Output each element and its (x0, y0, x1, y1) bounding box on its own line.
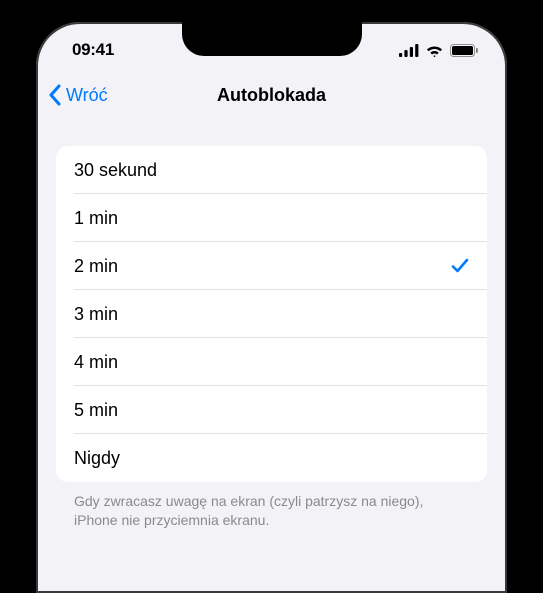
option-label: 4 min (74, 352, 118, 373)
list-item[interactable]: 4 min (56, 338, 487, 386)
back-button[interactable]: Wróć (48, 84, 108, 106)
content: 30 sekund1 min2 min3 min4 min5 minNigdy … (36, 118, 507, 530)
option-label: 5 min (74, 400, 118, 421)
nav-bar: Wróć Autoblokada (36, 72, 507, 118)
list-item[interactable]: 30 sekund (56, 146, 487, 194)
list-item[interactable]: 2 min (56, 242, 487, 290)
notch (182, 22, 362, 56)
footer-text: Gdy zwracasz uwagę na ekran (czyli patrz… (56, 482, 487, 530)
option-label: 3 min (74, 304, 118, 325)
list-item[interactable]: 3 min (56, 290, 487, 338)
option-label: 2 min (74, 256, 118, 277)
cellular-icon (399, 44, 419, 57)
chevron-left-icon (48, 84, 62, 106)
checkmark-icon (451, 257, 469, 275)
wifi-icon (425, 44, 444, 57)
battery-icon (450, 44, 479, 57)
option-label: 1 min (74, 208, 118, 229)
phone-frame: 09:41 Wróć Autoblokada (24, 10, 519, 593)
status-time: 09:41 (72, 34, 114, 60)
option-label: Nigdy (74, 448, 120, 469)
page-title: Autoblokada (217, 85, 326, 106)
list-item[interactable]: 5 min (56, 386, 487, 434)
status-icons (399, 38, 479, 57)
options-list: 30 sekund 1 min 2 min 3 min 4 min 5 min Nigdy (56, 146, 487, 482)
list-item[interactable]: Nigdy (56, 434, 487, 482)
option-label: 30 sekund (74, 160, 157, 181)
back-label: Wróć (66, 85, 108, 106)
list-item[interactable]: 1 min (56, 194, 487, 242)
